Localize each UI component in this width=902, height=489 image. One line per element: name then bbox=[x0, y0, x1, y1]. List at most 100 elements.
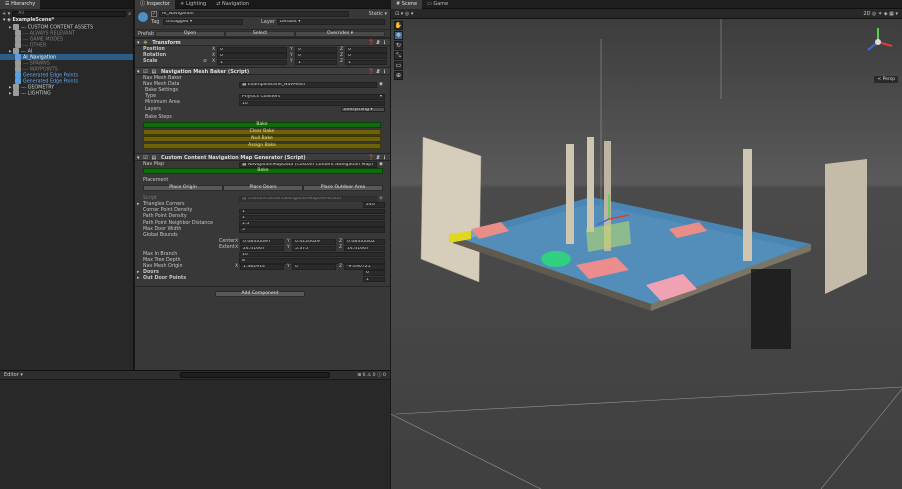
null-bake-button[interactable]: Null Bake bbox=[143, 135, 381, 142]
foldout-icon[interactable]: ▾ bbox=[137, 155, 140, 161]
foldout-icon[interactable]: ▾ bbox=[137, 69, 140, 75]
path-density-field[interactable]: 1 bbox=[239, 214, 385, 221]
static-toggle[interactable]: Static ▾ bbox=[369, 11, 387, 17]
max-door-field[interactable]: 5 bbox=[239, 227, 385, 233]
hierarchy-item[interactable]: ▸ --- LIGHTING bbox=[0, 90, 133, 97]
neighbor-distance-field[interactable]: 1.5 bbox=[239, 220, 385, 227]
position-x-field[interactable]: 0 bbox=[217, 47, 287, 53]
transform-tool-icon[interactable]: ⊕ bbox=[394, 71, 403, 80]
nav-map-field[interactable]: ▦ NavigationMapData (Custom Content Navi… bbox=[239, 161, 377, 168]
object-name-field[interactable]: AI_Navigation bbox=[159, 11, 349, 17]
center-y-field[interactable]: 0.4120029 bbox=[292, 239, 336, 246]
corner-density-field[interactable]: 1 bbox=[239, 208, 385, 215]
extent-y-field[interactable]: 5.375 bbox=[292, 245, 336, 252]
tab-game[interactable]: ▭ Game bbox=[422, 0, 453, 9]
rotation-x-field[interactable]: 0 bbox=[217, 53, 287, 60]
max-tree-field[interactable]: 8 bbox=[239, 258, 385, 264]
doors-count-field[interactable]: 6 bbox=[363, 270, 385, 277]
add-dropdown-button[interactable]: + ▾ bbox=[2, 11, 10, 17]
rotate-tool-icon[interactable]: ↻ bbox=[394, 41, 403, 50]
extent-z-field[interactable]: 14.41667 bbox=[344, 245, 385, 252]
clear-bake-button[interactable]: Clear Bake bbox=[143, 128, 381, 135]
component-menu-icon[interactable]: ❓ ⇵ ⋮ bbox=[368, 154, 387, 162]
type-dropdown[interactable]: Physics Colliders ▾ bbox=[239, 94, 385, 101]
scene-toolbar: ⊡ ▾ ◎ ▾ 2D ◎ ✶ ◈ ▦ ▾ bbox=[391, 9, 902, 19]
persp-label[interactable]: < Persp bbox=[874, 76, 898, 83]
scale-tool-icon[interactable]: ⤡ bbox=[394, 51, 403, 60]
rotation-z-field[interactable]: 0 bbox=[345, 53, 387, 60]
bake-steps-label: Bake Steps bbox=[145, 114, 172, 120]
search-icon[interactable]: ⌕ bbox=[128, 11, 131, 17]
rotation-y-field[interactable]: 0 bbox=[295, 53, 337, 60]
component-menu-icon[interactable]: ❓ ⇵ ⋮ bbox=[368, 39, 387, 47]
move-tool-icon[interactable]: ✥ bbox=[394, 31, 403, 40]
gameobject-icon bbox=[12, 90, 19, 96]
link-icon[interactable]: ⊘ bbox=[203, 59, 207, 65]
generator-bake-button[interactable]: Bake bbox=[143, 167, 383, 174]
prefab-select-button[interactable]: Select bbox=[225, 31, 295, 37]
scale-row: Scale ⊘ X 1 Y 1 Z 1 bbox=[135, 59, 390, 66]
component-menu-icon[interactable]: ❓ ⇵ ⋮ bbox=[368, 68, 387, 76]
prefab-overrides-button[interactable]: Overrides ▾ bbox=[295, 31, 385, 37]
bake-button[interactable]: Bake bbox=[143, 121, 381, 128]
hierarchy-search-input[interactable]: All bbox=[12, 10, 127, 17]
center-x-field[interactable]: 0.08333397 bbox=[240, 239, 284, 246]
extent-x-field[interactable]: 24.41667 bbox=[240, 245, 284, 252]
generator-header[interactable]: ▾ ☑ ▤ Custom Content Navigation Map Gene… bbox=[135, 152, 390, 162]
scene-view-options[interactable]: 2D ◎ ✶ ◈ ▦ ▾ bbox=[863, 11, 898, 17]
component-enabled-checkbox[interactable]: ☑ bbox=[143, 69, 147, 75]
center-z-field[interactable]: 0.08333302 bbox=[344, 239, 385, 246]
draw-mode-dropdown[interactable]: ⊡ ▾ ◎ ▾ bbox=[395, 11, 413, 17]
hierarchy-panel: ☰ Hierarchy + ▾ All ⌕ ▾ ◈ ExampleScene* … bbox=[0, 0, 134, 370]
console-status-counts[interactable]: ⊞ 6 ⚠ 0 ⓘ 0 bbox=[357, 372, 386, 378]
add-component-button[interactable]: Add Component bbox=[215, 290, 305, 297]
assign-bake-button[interactable]: Assign Bake bbox=[143, 142, 381, 149]
out-door-row[interactable]: ▸ Out Door Points 1 bbox=[135, 276, 390, 283]
scale-z-field[interactable]: 1 bbox=[345, 59, 387, 66]
component-enabled-checkbox[interactable]: ☑ bbox=[143, 155, 147, 161]
transform-header[interactable]: ▾ ✥ Transform ❓ ⇵ ⋮ bbox=[135, 38, 390, 46]
tag-dropdown[interactable]: Untagged ▾ bbox=[163, 19, 243, 25]
active-checkbox[interactable]: ✓ bbox=[151, 11, 157, 17]
hierarchy-tree: ▸ --- CUSTOM CONTENT ASSETS --- ALWAYS R… bbox=[0, 24, 133, 97]
orientation-gizmo[interactable] bbox=[860, 24, 896, 60]
tab-inspector[interactable]: ⓘ Inspector bbox=[135, 0, 175, 9]
layer-dropdown[interactable]: Default ▾ bbox=[277, 19, 385, 25]
position-y-field[interactable]: 0 bbox=[295, 47, 337, 53]
min-area-field[interactable]: 10 bbox=[239, 100, 385, 107]
scene-name: ExampleScene* bbox=[12, 18, 55, 23]
layers-dropdown[interactable]: Everything ▾ bbox=[341, 106, 385, 113]
generator-bake-row: Bake bbox=[135, 167, 390, 176]
origin-z-field[interactable]: -9.490721 bbox=[344, 264, 385, 270]
editor-dropdown[interactable]: Editor ▾ bbox=[4, 372, 23, 378]
scene-viewport[interactable] bbox=[391, 19, 902, 489]
origin-x-field[interactable]: 1.382914 bbox=[240, 264, 284, 270]
scale-y-field[interactable]: 1 bbox=[295, 59, 337, 66]
place-doors-button[interactable]: Place Doors bbox=[223, 184, 303, 191]
out-door-count-field[interactable]: 1 bbox=[363, 276, 385, 283]
scale-x-field[interactable]: 1 bbox=[217, 59, 287, 66]
tab-scene[interactable]: # Scene bbox=[391, 0, 423, 9]
tab-navigation[interactable]: ⇄ Navigation bbox=[211, 0, 254, 9]
pillar bbox=[743, 149, 752, 261]
tab-lighting[interactable]: ☀ Lighting bbox=[175, 0, 211, 9]
place-origin-button[interactable]: Place Origin bbox=[143, 184, 223, 191]
console-search-input[interactable] bbox=[180, 372, 331, 378]
prefab-open-button[interactable]: Open bbox=[155, 31, 225, 37]
place-outdoor-area-button[interactable]: Place Outdoor Area bbox=[303, 184, 383, 191]
script-field: ▤ CustomContentNavigationMapGenerator bbox=[239, 196, 377, 202]
nav-mesh-data-field[interactable]: ▦ ExampleScene_NavMesh bbox=[239, 82, 377, 88]
navmesh-baker-header[interactable]: ▾ ☑ ▤ Navigation Mesh Baker (Script) ❓ ⇵… bbox=[135, 66, 390, 76]
foldout-icon[interactable]: ▸ bbox=[137, 276, 139, 282]
triangles-count-field[interactable]: 240 bbox=[363, 202, 385, 208]
transform-body: Position X 0 Y 0 Z 0 Rotation X 0 Y 0 Z … bbox=[135, 46, 390, 67]
hand-tool-icon[interactable]: ✋ bbox=[394, 21, 403, 30]
foldout-icon[interactable]: ▾ bbox=[137, 40, 140, 46]
inspector-tabbar: ⓘ Inspector ☀ Lighting ⇄ Navigation bbox=[135, 0, 390, 9]
tab-hierarchy[interactable]: ☰ Hierarchy bbox=[0, 0, 41, 9]
max-branch-field[interactable]: 10 bbox=[239, 251, 385, 258]
bake-steps-buttons: Bake Clear Bake Null Bake Assign Bake bbox=[135, 121, 390, 150]
rect-tool-icon[interactable]: ▭ bbox=[394, 61, 403, 70]
origin-y-field[interactable]: 0 bbox=[292, 264, 336, 270]
position-z-field[interactable]: 0 bbox=[345, 47, 387, 53]
